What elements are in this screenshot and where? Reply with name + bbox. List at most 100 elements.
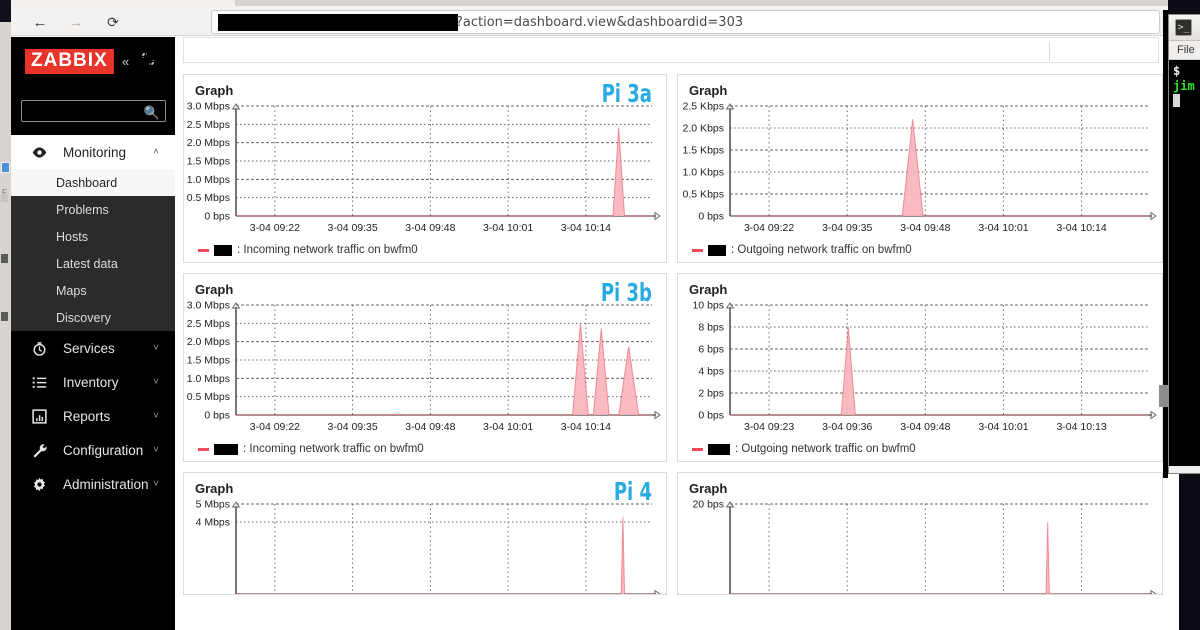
dashboard-widget-grid: Graph Pi 3a 3.0 Mbps 2.5 Mbps 2.0 Mbps 1.5 Mb… [183,74,1163,605]
background-icon-4 [1,312,8,321]
hide-sidebar-icon[interactable] [142,53,154,65]
chevron-up-icon[interactable]: ˄ [153,147,159,158]
sidebar-search[interactable]: 🔍 [21,100,166,122]
dashboard-toolbar[interactable] [183,37,1159,63]
sidebar-subitem-maps[interactable]: Maps [11,277,175,304]
svg-text:2.5 Mbps: 2.5 Mbps [187,119,230,131]
sidebar-subitem-problems[interactable]: Problems [11,196,175,223]
svg-text:3-04 09:48: 3-04 09:48 [405,222,455,234]
plot-area: 2.5 Kbps 2.0 Kbps 1.5 Kbps 1.0 Kbps 0.5 Kbps… [683,101,1157,234]
legend-color-swatch [692,248,703,252]
svg-text:0 bps: 0 bps [698,410,724,422]
svg-text:2.0 Mbps: 2.0 Mbps [187,336,230,348]
graph-widget[interactable]: Graph Pi 3a 3.0 Mbps 2.5 Mbps 2.0 Mbps 1.5 Mb… [183,74,667,263]
graph-widget[interactable]: Graph Pi 3b 3.0 Mbps 2.5 Mbps 2.0 Mbps 1.5 Mb… [183,273,667,462]
collapse-sidebar-icon[interactable]: « [122,54,129,69]
svg-text:0 bps: 0 bps [204,410,230,422]
widget-row: Graph Pi 45 Mbps 4 Mbps Graph 20 bps [183,472,1163,595]
terminal-menu-file[interactable]: File [1169,41,1200,60]
svg-text:10 bps: 10 bps [692,300,724,312]
sidebar-subitem-discovery[interactable]: Discovery [11,304,175,331]
wrench-icon [31,441,53,459]
terminal-line-2: jim [1173,79,1195,93]
terminal-cursor [1173,94,1180,107]
graph-widget[interactable]: Graph 2.5 Kbps 2.0 Kbps 1.5 Kbps 1.0 Kbps 0.5… [677,74,1163,263]
graph-canvas[interactable]: 20 bps [678,496,1162,594]
graph-canvas[interactable]: 3.0 Mbps 2.5 Mbps 2.0 Mbps 1.5 Mbps 1.0 Mbps… [184,297,666,441]
svg-text:4 bps: 4 bps [698,366,724,378]
sidebar-item-services[interactable]: Services ˅ [11,331,175,365]
svg-text:3-04 09:22: 3-04 09:22 [250,222,300,234]
sidebar-subitem-latest-data[interactable]: Latest data [11,250,175,277]
sidebar-header: ZABBIX « [11,37,175,82]
svg-text:1.0 Mbps: 1.0 Mbps [187,174,230,186]
svg-text:8 bps: 8 bps [698,322,724,334]
terminal-window[interactable]: >_ File $ jim [1168,14,1200,474]
sidebar-item-label: Configuration [63,442,144,458]
background-window-sliver[interactable]: F [0,22,11,630]
gear-icon [31,475,53,493]
search-input[interactable] [22,101,165,121]
svg-text:3-04 09:48: 3-04 09:48 [900,222,950,234]
graph-canvas[interactable]: 5 Mbps 4 Mbps [184,496,666,594]
arrow-left-icon[interactable]: ← [29,11,51,33]
graph-legend: : Outgoing network traffic on bwfm0 [678,441,1162,461]
graph-canvas[interactable]: 10 bps 8 bps 6 bps 4 bps 2 bps 0 bps 3-04 09:2… [678,297,1162,441]
sidebar-item-monitoring[interactable]: Monitoring ˄ [11,135,175,169]
graph-canvas[interactable]: 2.5 Kbps 2.0 Kbps 1.5 Kbps 1.0 Kbps 0.5 Kbps… [678,98,1162,242]
svg-text:3.0 Mbps: 3.0 Mbps [187,300,230,312]
sidebar-item-configuration[interactable]: Configuration ˅ [11,433,175,467]
chevron-down-icon[interactable]: ˅ [153,411,159,422]
screen: F ← → ⟳ ?action=dashboard.view&dashboard… [0,0,1200,630]
arrow-right-icon[interactable]: → [65,11,87,33]
widget-title: Graph [195,481,234,496]
zabbix-logo[interactable]: ZABBIX [25,49,114,74]
sidebar-item-label: Administration [63,476,149,492]
svg-text:0.5 Kbps: 0.5 Kbps [683,189,724,201]
svg-text:3-04 09:35: 3-04 09:35 [822,222,872,234]
graph-widget[interactable]: Graph Pi 45 Mbps 4 Mbps [183,472,667,595]
plot-area: 10 bps 8 bps 6 bps 4 bps 2 bps 0 bps 3-04 09:2… [692,300,1157,433]
graph-widget[interactable]: Graph 10 bps 8 bps 6 bps 4 bps 2 bps 0 bps 3-04… [677,273,1163,462]
chevron-down-icon[interactable]: ˅ [153,377,159,388]
svg-text:2.0 Mbps: 2.0 Mbps [187,137,230,149]
graph-legend: : Incoming network traffic on bwfm0 [184,242,666,262]
stopwatch-icon [31,339,53,357]
sidebar-subitem-hosts[interactable]: Hosts [11,223,175,250]
widget-title: Graph [195,83,234,98]
svg-text:3-04 09:35: 3-04 09:35 [328,222,378,234]
svg-text:2 bps: 2 bps [698,388,724,400]
legend-label: : Incoming network traffic on bwfm0 [243,443,424,455]
svg-text:2.5 Mbps: 2.5 Mbps [187,318,230,330]
svg-text:3-04 09:23: 3-04 09:23 [744,421,794,433]
terminal-output[interactable]: $ jim [1169,60,1200,466]
chevron-down-icon[interactable]: ˅ [153,445,159,456]
svg-text:3-04 10:01: 3-04 10:01 [483,421,533,433]
graph-canvas[interactable]: 3.0 Mbps 2.5 Mbps 2.0 Mbps 1.5 Mbps 1.0 Mbps… [184,98,666,242]
widget-title: Graph [689,282,728,297]
legend-redacted-host [214,244,232,256]
legend-redacted-host [214,443,238,455]
chevron-down-icon[interactable]: ˅ [153,343,159,354]
widget-title: Graph [689,481,728,496]
reload-icon[interactable]: ⟳ [102,11,124,33]
sidebar-item-administration[interactable]: Administration ˅ [11,467,175,501]
plot-area: 3.0 Mbps 2.5 Mbps 2.0 Mbps 1.5 Mbps 1.0 Mbps… [187,300,661,433]
legend-color-swatch [198,248,209,252]
graph-widget[interactable]: Graph 20 bps [677,472,1163,595]
browser-navigation-bar: ← → ⟳ ?action=dashboard.view&dashboardid… [11,6,1168,36]
svg-text:3-04 09:36: 3-04 09:36 [822,421,872,433]
sidebar-submenu-monitoring: Dashboard Problems Hosts Latest data Maps Dis… [11,169,175,331]
legend-color-swatch [198,447,209,451]
address-bar[interactable]: ?action=dashboard.view&dashboardid=303 [211,10,1160,34]
sidebar-subitem-dashboard[interactable]: Dashboard [11,169,175,196]
plot-area: 20 bps [692,499,1157,594]
sidebar-item-reports[interactable]: Reports ˅ [11,399,175,433]
browser-window: ← → ⟳ ?action=dashboard.view&dashboardid… [11,0,1179,630]
sidebar-item-label: Monitoring [63,144,127,160]
svg-text:1.5 Kbps: 1.5 Kbps [683,145,724,157]
chevron-down-icon[interactable]: ˅ [153,479,159,490]
sidebar-item-inventory[interactable]: Inventory ˅ [11,365,175,399]
svg-text:3-04 09:48: 3-04 09:48 [405,421,455,433]
widget-row: Graph Pi 3a 3.0 Mbps 2.5 Mbps 2.0 Mbps 1.5 Mb… [183,74,1163,263]
